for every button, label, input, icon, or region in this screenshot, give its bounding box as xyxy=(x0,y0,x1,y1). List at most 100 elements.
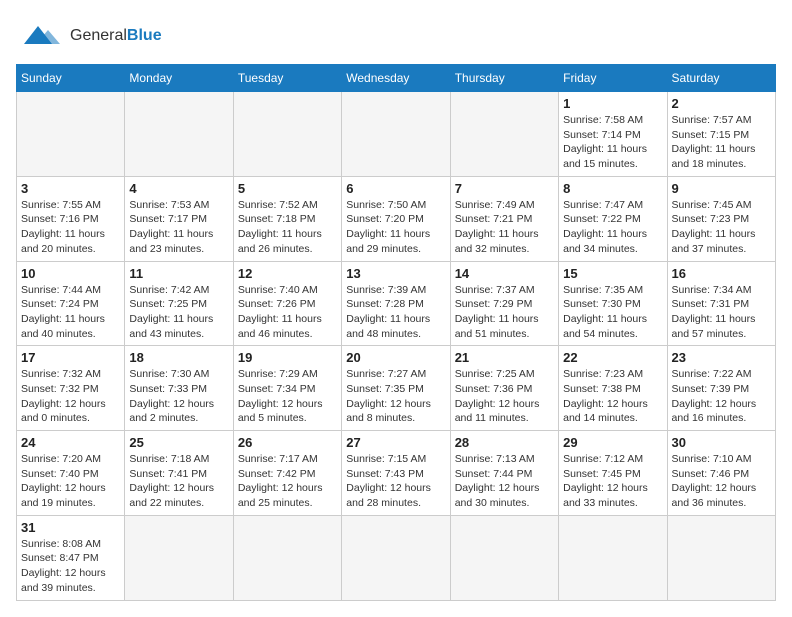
calendar-cell: 16 Sunrise: 7:34 AMSunset: 7:31 PMDayligh… xyxy=(667,261,775,346)
day-info: Sunrise: 7:34 AMSunset: 7:31 PMDaylight:… xyxy=(672,283,771,342)
calendar-cell: 26 Sunrise: 7:17 AMSunset: 7:42 PMDayligh… xyxy=(233,431,341,516)
calendar-cell: 13Sunrise: 7:39 AMSunset: 7:28 PMDayligh… xyxy=(342,261,450,346)
day-number: 20 xyxy=(346,350,445,365)
day-info: Sunrise: 7:45 AMSunset: 7:23 PMDaylight:… xyxy=(672,198,771,257)
day-number: 30 xyxy=(672,435,771,450)
day-number: 29 xyxy=(563,435,662,450)
day-info: Sunrise: 7:13 AMSunset: 7:44 PMDaylight:… xyxy=(455,452,554,511)
calendar-cell: 5 Sunrise: 7:52 AMSunset: 7:18 PMDaylight… xyxy=(233,176,341,261)
weekday-header-monday: Monday xyxy=(125,65,233,92)
day-number: 15 xyxy=(563,266,662,281)
calendar-cell: 19 Sunrise: 7:29 AMSunset: 7:34 PMDayligh… xyxy=(233,346,341,431)
calendar-cell: 1Sunrise: 7:58 AMSunset: 7:14 PMDaylight… xyxy=(559,92,667,177)
calendar-cell: 22Sunrise: 7:23 AMSunset: 7:38 PMDayligh… xyxy=(559,346,667,431)
day-number: 4 xyxy=(129,181,228,196)
calendar-cell: 8 Sunrise: 7:47 AMSunset: 7:22 PMDaylight… xyxy=(559,176,667,261)
calendar-cell xyxy=(667,515,775,600)
calendar-cell: 28 Sunrise: 7:13 AMSunset: 7:44 PMDayligh… xyxy=(450,431,558,516)
calendar-cell: 6Sunrise: 7:50 AMSunset: 7:20 PMDaylight… xyxy=(342,176,450,261)
logo: GeneralBlue xyxy=(16,16,162,56)
calendar-cell: 20 Sunrise: 7:27 AMSunset: 7:35 PMDayligh… xyxy=(342,346,450,431)
day-number: 5 xyxy=(238,181,337,196)
day-info: Sunrise: 7:44 AMSunset: 7:24 PMDaylight:… xyxy=(21,283,120,342)
day-info: Sunrise: 7:32 AMSunset: 7:32 PMDaylight:… xyxy=(21,367,120,426)
day-info: Sunrise: 7:53 AMSunset: 7:17 PMDaylight:… xyxy=(129,198,228,257)
day-info: Sunrise: 7:49 AMSunset: 7:21 PMDaylight:… xyxy=(455,198,554,257)
weekday-header-thursday: Thursday xyxy=(450,65,558,92)
calendar-cell: 21 Sunrise: 7:25 AMSunset: 7:36 PMDayligh… xyxy=(450,346,558,431)
day-number: 7 xyxy=(455,181,554,196)
calendar-cell xyxy=(125,515,233,600)
day-info: Sunrise: 7:23 AMSunset: 7:38 PMDaylight:… xyxy=(563,367,662,426)
day-info: Sunrise: 7:29 AMSunset: 7:34 PMDaylight:… xyxy=(238,367,337,426)
calendar-cell xyxy=(342,515,450,600)
day-info: Sunrise: 7:25 AMSunset: 7:36 PMDaylight:… xyxy=(455,367,554,426)
day-number: 3 xyxy=(21,181,120,196)
day-number: 21 xyxy=(455,350,554,365)
day-number: 19 xyxy=(238,350,337,365)
day-info: Sunrise: 7:30 AMSunset: 7:33 PMDaylight:… xyxy=(129,367,228,426)
calendar-cell: 17 Sunrise: 7:32 AMSunset: 7:32 PMDayligh… xyxy=(17,346,125,431)
day-number: 26 xyxy=(238,435,337,450)
calendar-cell: 11 Sunrise: 7:42 AMSunset: 7:25 PMDayligh… xyxy=(125,261,233,346)
day-number: 23 xyxy=(672,350,771,365)
day-number: 27 xyxy=(346,435,445,450)
day-info: Sunrise: 7:37 AMSunset: 7:29 PMDaylight:… xyxy=(455,283,554,342)
day-info: Sunrise: 7:10 AMSunset: 7:46 PMDaylight:… xyxy=(672,452,771,511)
day-info: Sunrise: 7:20 AMSunset: 7:40 PMDaylight:… xyxy=(21,452,120,511)
calendar-cell xyxy=(342,92,450,177)
day-number: 12 xyxy=(238,266,337,281)
day-info: Sunrise: 7:12 AMSunset: 7:45 PMDaylight:… xyxy=(563,452,662,511)
day-number: 18 xyxy=(129,350,228,365)
day-number: 9 xyxy=(672,181,771,196)
calendar-cell: 31 Sunrise: 8:08 AMSunset: 8:47 PMDayligh… xyxy=(17,515,125,600)
day-info: Sunrise: 7:18 AMSunset: 7:41 PMDaylight:… xyxy=(129,452,228,511)
day-info: Sunrise: 7:42 AMSunset: 7:25 PMDaylight:… xyxy=(129,283,228,342)
day-number: 28 xyxy=(455,435,554,450)
calendar-cell xyxy=(125,92,233,177)
day-info: Sunrise: 7:47 AMSunset: 7:22 PMDaylight:… xyxy=(563,198,662,257)
day-number: 1 xyxy=(563,96,662,111)
weekday-header-saturday: Saturday xyxy=(667,65,775,92)
calendar-cell: 4 Sunrise: 7:53 AMSunset: 7:17 PMDaylight… xyxy=(125,176,233,261)
day-number: 6 xyxy=(346,181,445,196)
day-info: Sunrise: 7:15 AMSunset: 7:43 PMDaylight:… xyxy=(346,452,445,511)
day-info: Sunrise: 7:27 AMSunset: 7:35 PMDaylight:… xyxy=(346,367,445,426)
calendar-cell xyxy=(233,515,341,600)
day-number: 24 xyxy=(21,435,120,450)
day-number: 8 xyxy=(563,181,662,196)
calendar-cell: 12Sunrise: 7:40 AMSunset: 7:26 PMDayligh… xyxy=(233,261,341,346)
day-info: Sunrise: 7:35 AMSunset: 7:30 PMDaylight:… xyxy=(563,283,662,342)
day-info: Sunrise: 7:57 AMSunset: 7:15 PMDaylight:… xyxy=(672,113,771,172)
day-number: 25 xyxy=(129,435,228,450)
calendar-cell xyxy=(450,515,558,600)
day-info: Sunrise: 7:39 AMSunset: 7:28 PMDaylight:… xyxy=(346,283,445,342)
weekday-header-wednesday: Wednesday xyxy=(342,65,450,92)
calendar-table: SundayMondayTuesdayWednesdayThursdayFrid… xyxy=(16,64,776,601)
calendar-cell: 2 Sunrise: 7:57 AMSunset: 7:15 PMDaylight… xyxy=(667,92,775,177)
day-info: Sunrise: 7:17 AMSunset: 7:42 PMDaylight:… xyxy=(238,452,337,511)
calendar-cell: 29 Sunrise: 7:12 AMSunset: 7:45 PMDayligh… xyxy=(559,431,667,516)
calendar-cell: 18 Sunrise: 7:30 AMSunset: 7:33 PMDayligh… xyxy=(125,346,233,431)
calendar-cell: 30 Sunrise: 7:10 AMSunset: 7:46 PMDayligh… xyxy=(667,431,775,516)
calendar-cell xyxy=(450,92,558,177)
calendar-cell: 7 Sunrise: 7:49 AMSunset: 7:21 PMDaylight… xyxy=(450,176,558,261)
calendar-cell: 15 Sunrise: 7:35 AMSunset: 7:30 PMDayligh… xyxy=(559,261,667,346)
day-info: Sunrise: 7:55 AMSunset: 7:16 PMDaylight:… xyxy=(21,198,120,257)
calendar-cell: 3 Sunrise: 7:55 AMSunset: 7:16 PMDaylight… xyxy=(17,176,125,261)
calendar-cell: 14Sunrise: 7:37 AMSunset: 7:29 PMDayligh… xyxy=(450,261,558,346)
calendar-cell: 9 Sunrise: 7:45 AMSunset: 7:23 PMDaylight… xyxy=(667,176,775,261)
day-number: 17 xyxy=(21,350,120,365)
day-number: 10 xyxy=(21,266,120,281)
day-number: 2 xyxy=(672,96,771,111)
day-number: 31 xyxy=(21,520,120,535)
calendar-cell xyxy=(17,92,125,177)
day-info: Sunrise: 7:52 AMSunset: 7:18 PMDaylight:… xyxy=(238,198,337,257)
day-info: Sunrise: 8:08 AMSunset: 8:47 PMDaylight:… xyxy=(21,537,120,596)
day-info: Sunrise: 7:22 AMSunset: 7:39 PMDaylight:… xyxy=(672,367,771,426)
day-number: 11 xyxy=(129,266,228,281)
day-number: 16 xyxy=(672,266,771,281)
calendar-cell: 24 Sunrise: 7:20 AMSunset: 7:40 PMDayligh… xyxy=(17,431,125,516)
calendar-cell: 27 Sunrise: 7:15 AMSunset: 7:43 PMDayligh… xyxy=(342,431,450,516)
calendar-cell: 25 Sunrise: 7:18 AMSunset: 7:41 PMDayligh… xyxy=(125,431,233,516)
